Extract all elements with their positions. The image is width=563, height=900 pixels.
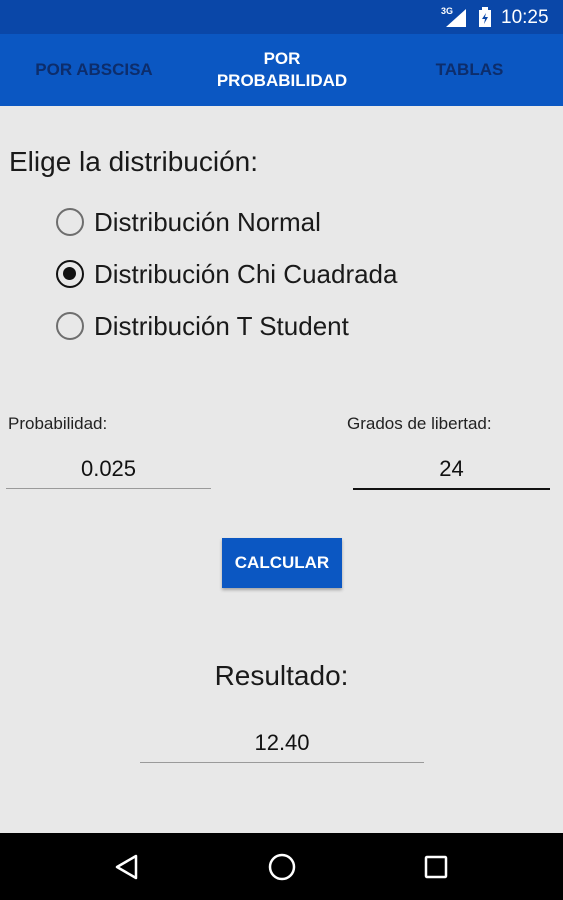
result-output (140, 726, 424, 760)
radio-button-selected[interactable] (56, 260, 84, 288)
radio-normal[interactable]: Distribución Normal (56, 202, 321, 242)
radio-label: Distribución T Student (94, 310, 349, 341)
tab-label: POR PROBABILIDAD (216, 49, 348, 90)
tab-tablas[interactable]: TABLAS (376, 34, 563, 106)
navigation-bar (0, 833, 563, 900)
battery-icon (479, 7, 491, 27)
calculate-button[interactable]: CALCULAR (222, 538, 342, 588)
degrees-of-freedom-underline (353, 488, 550, 490)
tab-por-abscisa[interactable]: POR ABSCISA (0, 34, 188, 106)
probability-input[interactable] (6, 452, 211, 486)
signal-icon (446, 9, 466, 27)
recents-icon[interactable] (416, 847, 456, 887)
probability-underline (6, 488, 211, 489)
radio-label: Distribución Normal (94, 206, 321, 237)
radio-button[interactable] (56, 312, 84, 340)
radio-chi-cuadrada[interactable]: Distribución Chi Cuadrada (56, 254, 397, 294)
distribution-prompt: Elige la distribución: (9, 146, 259, 177)
probability-label: Probabilidad: (8, 414, 108, 433)
status-bar: 3G 10:25 (0, 0, 563, 34)
radio-button[interactable] (56, 208, 84, 236)
home-icon[interactable] (262, 847, 302, 887)
clock: 10:25 (501, 7, 549, 28)
tab-label: TABLAS (435, 60, 504, 79)
radio-label: Distribución Chi Cuadrada (94, 258, 398, 289)
tab-bar: POR ABSCISA POR PROBABILIDAD TABLAS (0, 34, 563, 106)
degrees-of-freedom-input[interactable] (353, 452, 550, 486)
result-underline (140, 762, 424, 763)
result-label: Resultado: (214, 660, 349, 691)
tab-por-probabilidad[interactable]: POR PROBABILIDAD (188, 34, 376, 106)
radio-t-student[interactable]: Distribución T Student (56, 306, 349, 346)
back-icon[interactable] (107, 847, 147, 887)
degrees-of-freedom-label: Grados de libertad: (347, 414, 492, 433)
tab-label: POR ABSCISA (35, 60, 153, 79)
